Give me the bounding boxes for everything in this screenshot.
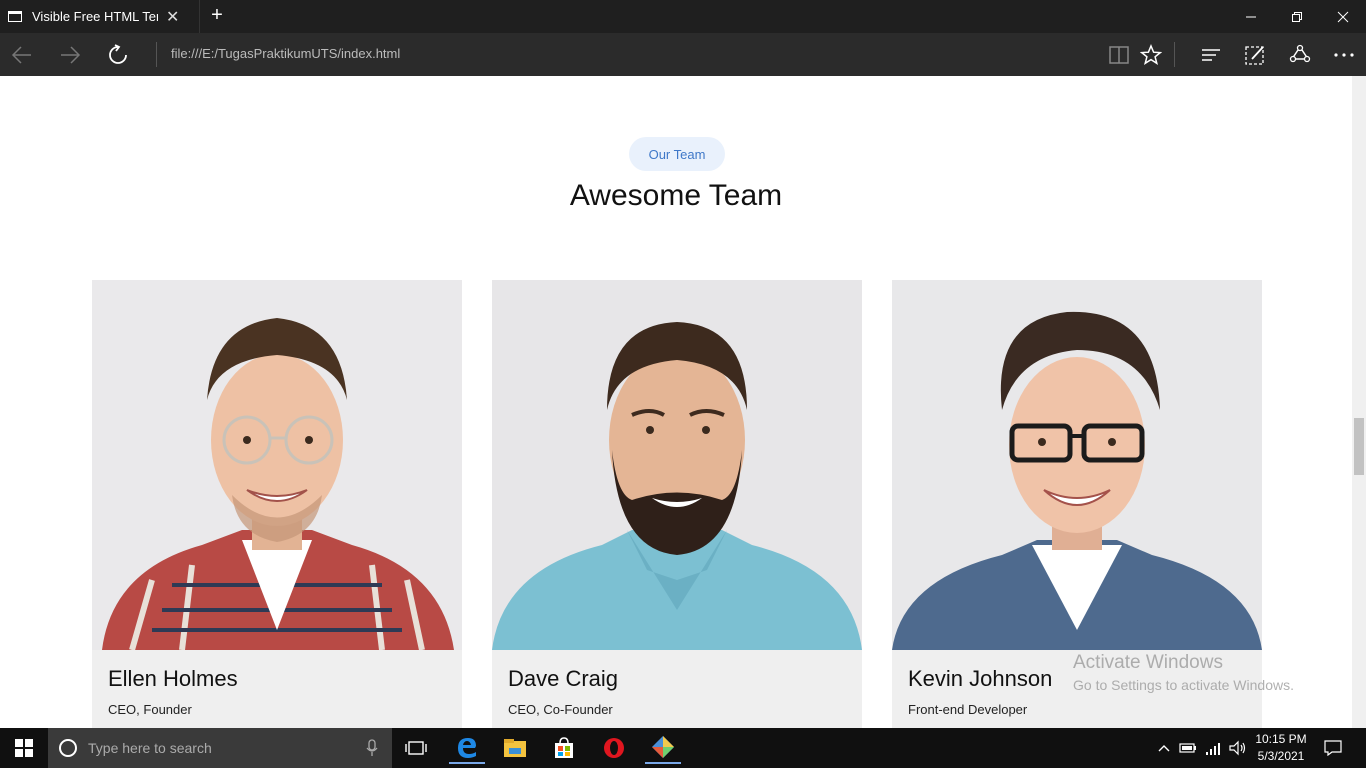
volume-icon[interactable] xyxy=(1227,728,1249,768)
file-explorer-icon[interactable] xyxy=(497,732,533,764)
team-member-name: Kevin Johnson xyxy=(908,666,1053,691)
opera-icon[interactable] xyxy=(596,732,632,764)
git-app-icon[interactable] xyxy=(645,732,681,764)
browser-tab[interactable]: Visible Free HTML Temp ✕ xyxy=(0,0,200,33)
action-center-icon[interactable] xyxy=(1320,728,1346,768)
close-tab-icon[interactable]: ✕ xyxy=(166,7,179,27)
hub-icon[interactable] xyxy=(1199,43,1223,67)
minimize-button[interactable] xyxy=(1228,0,1274,33)
show-hidden-icons-chevron-icon[interactable] xyxy=(1156,728,1172,768)
address-separator xyxy=(156,42,157,67)
edge-taskbar-icon[interactable] xyxy=(449,732,485,764)
refresh-icon[interactable] xyxy=(104,41,132,69)
forward-icon[interactable] xyxy=(56,41,84,69)
favorite-star-icon[interactable] xyxy=(1139,43,1163,67)
team-member-name: Dave Craig xyxy=(508,666,619,691)
team-member-role: CEO, Co-Founder xyxy=(508,702,613,717)
new-tab-button[interactable]: + xyxy=(206,4,228,27)
taskbar-search-box[interactable]: Type here to search xyxy=(48,728,392,768)
browser-titlebar: Visible Free HTML Temp ✕ + xyxy=(0,0,1366,33)
team-card[interactable]: Dave Craig CEO, Co-Founder xyxy=(492,280,862,728)
address-bar[interactable]: file:///E:/TugasPraktikumUTS/index.html xyxy=(171,46,400,61)
team-member-role: Front-end Developer xyxy=(908,702,1028,717)
clock-date: 5/3/2021 xyxy=(1257,749,1305,763)
close-window-button[interactable] xyxy=(1320,0,1366,33)
activate-windows-title: Activate Windows xyxy=(1073,652,1223,673)
team-card[interactable]: Ellen Holmes CEO, Founder xyxy=(92,280,462,728)
back-icon[interactable] xyxy=(8,41,36,69)
section-heading: Awesome Team xyxy=(569,179,783,212)
share-icon[interactable] xyxy=(1288,43,1312,67)
microphone-icon[interactable] xyxy=(366,739,378,757)
windows-taskbar: Type here to search 10:15 PM 5/3/2021 xyxy=(0,728,1366,768)
taskbar-clock[interactable]: 10:15 PM 5/3/2021 xyxy=(1248,731,1314,765)
battery-icon[interactable] xyxy=(1178,728,1198,768)
windows-start-icon[interactable] xyxy=(0,728,48,768)
more-icon[interactable] xyxy=(1332,43,1356,67)
clock-time: 10:15 PM xyxy=(1255,732,1307,746)
section-badge: Our Team xyxy=(629,137,725,171)
restore-button[interactable] xyxy=(1274,0,1320,33)
scrollbar-thumb[interactable] xyxy=(1354,418,1364,475)
team-member-role: CEO, Founder xyxy=(108,702,192,717)
team-member-photo xyxy=(892,280,1262,650)
toolbar-separator xyxy=(1174,42,1175,67)
page-viewport: Our Team Awesome Team Ellen Holmes CEO, … xyxy=(0,76,1352,728)
store-icon[interactable] xyxy=(546,732,582,764)
cortana-circle-icon xyxy=(59,739,77,757)
browser-navbar: file:///E:/TugasPraktikumUTS/index.html xyxy=(0,33,1366,76)
page-icon xyxy=(8,11,22,22)
reading-view-icon[interactable] xyxy=(1107,43,1131,67)
task-view-icon[interactable] xyxy=(398,732,434,764)
page-scrollbar[interactable] xyxy=(1352,76,1366,728)
tab-title: Visible Free HTML Temp xyxy=(32,9,158,24)
search-placeholder: Type here to search xyxy=(88,740,212,756)
activate-windows-subtitle: Go to Settings to activate Windows. xyxy=(1073,677,1294,693)
team-member-photo xyxy=(92,280,462,650)
team-member-photo xyxy=(492,280,862,650)
network-icon[interactable] xyxy=(1203,728,1225,768)
team-member-name: Ellen Holmes xyxy=(108,666,238,691)
web-note-icon[interactable] xyxy=(1243,43,1267,67)
